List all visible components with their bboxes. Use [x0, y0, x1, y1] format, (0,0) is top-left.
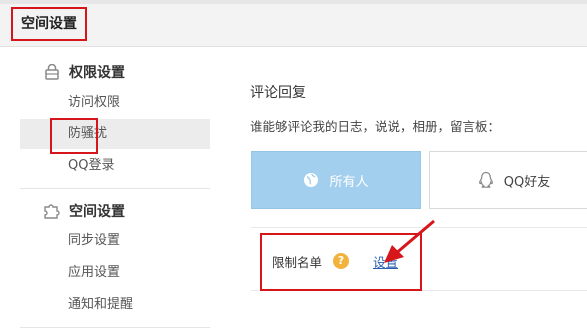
- sidebar-item-sync[interactable]: 同步设置: [20, 226, 210, 256]
- section-description: 谁能够评论我的日志，说说，相册，留言板：: [250, 119, 501, 134]
- option-label: QQ好友: [503, 174, 551, 190]
- limit-list-label: 限制名单: [272, 255, 323, 270]
- sidebar-divider: [20, 327, 210, 328]
- sidebar-item-label: 通知和提醒: [68, 297, 134, 312]
- top-bar: 空间设置: [0, 0, 587, 47]
- section-title: 空间设置: [69, 204, 125, 220]
- lock-icon: [43, 63, 61, 80]
- top-strip: [0, 0, 587, 4]
- sidebar-item-apps[interactable]: 应用设置: [20, 258, 210, 288]
- puzzle-icon: [43, 203, 61, 219]
- sidebar-item-anti-harassment[interactable]: 防骚扰: [20, 119, 210, 149]
- main-content: 评论回复 谁能够评论我的日志，说说，相册，留言板： 所有人 QQ好友 限制名单 …: [215, 47, 587, 332]
- highlight-box-anti-harassment: [50, 118, 98, 154]
- section-space-settings: 空间设置: [43, 200, 125, 222]
- sidebar-item-label: 访问权限: [68, 95, 121, 110]
- option-qq-friends[interactable]: QQ好友: [429, 151, 587, 209]
- section-title: 权限设置: [69, 65, 125, 81]
- sidebar-item-access[interactable]: 访问权限: [20, 88, 210, 118]
- sidebar-item-label: QQ登录: [68, 158, 115, 173]
- globe-icon: [303, 172, 319, 188]
- sidebar-item-notifications[interactable]: 通知和提醒: [20, 290, 210, 320]
- red-arrow-icon: [384, 219, 435, 263]
- option-everyone[interactable]: 所有人: [251, 151, 421, 209]
- section-heading: 评论回复: [250, 85, 306, 101]
- page-title: 空间设置: [11, 7, 87, 41]
- sidebar-item-label: 应用设置: [68, 265, 121, 280]
- option-label: 所有人: [329, 174, 369, 190]
- section-permissions: 权限设置: [43, 61, 125, 83]
- sidebar-divider: [20, 188, 210, 189]
- sidebar: 权限设置 访问权限 防骚扰 QQ登录 空间设置 同步设置 应用设置 通知和提醒: [0, 47, 215, 332]
- qq-penguin-icon: [478, 171, 494, 189]
- sidebar-item-label: 同步设置: [68, 233, 121, 248]
- help-icon[interactable]: ?: [333, 253, 349, 269]
- sidebar-item-qq-login[interactable]: QQ登录: [20, 151, 210, 181]
